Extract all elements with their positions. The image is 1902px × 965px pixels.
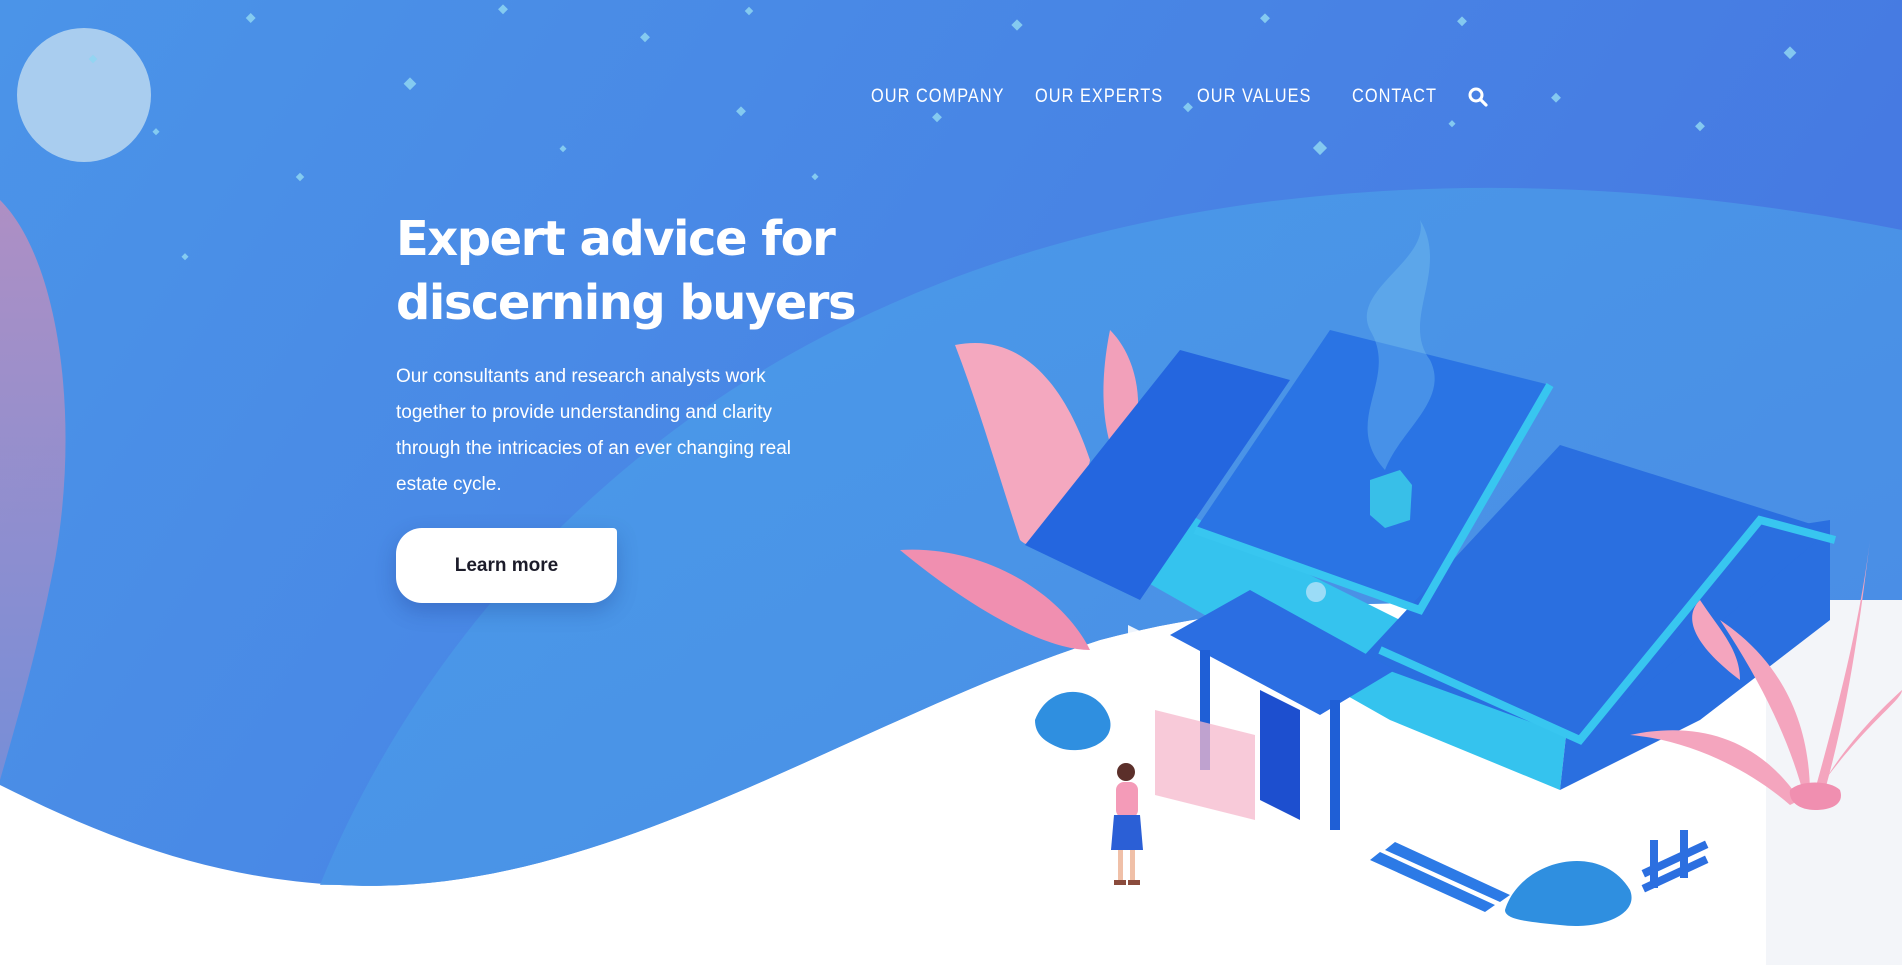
house-chimney — [1370, 470, 1412, 528]
woman-figure — [1111, 763, 1143, 885]
search-icon — [1468, 87, 1488, 107]
house-window-1 — [1128, 625, 1158, 685]
main-nav: OUR COMPANY OUR EXPERTS OUR VALUES CONTA… — [871, 82, 1489, 112]
hero-background — [0, 0, 1902, 965]
hero-section: Expert advice for discerning buyers Our … — [396, 207, 866, 503]
house-porch-column-2 — [1330, 700, 1340, 830]
house-window-2 — [1428, 745, 1458, 805]
hero-description: Our consultants and research analysts wo… — [396, 366, 792, 495]
floating-card — [1155, 710, 1255, 820]
house-window-3 — [1495, 770, 1525, 830]
house-window-round — [1306, 582, 1326, 602]
nav-item-our-company[interactable]: OUR COMPANY — [871, 86, 1012, 108]
moon-icon — [17, 28, 151, 162]
house-steps — [1370, 842, 1510, 912]
learn-more-button[interactable]: Learn more — [396, 528, 617, 603]
nav-item-contact[interactable]: CONTACT — [1352, 86, 1451, 108]
house-door — [1260, 690, 1300, 820]
house-fence — [1641, 830, 1709, 893]
nav-item-our-values[interactable]: OUR VALUES — [1197, 86, 1330, 108]
blue-bush-right — [1505, 861, 1632, 926]
blue-bush-left — [1035, 691, 1111, 751]
landing-page: OUR COMPANY OUR EXPERTS OUR VALUES CONTA… — [0, 0, 1902, 965]
learn-more-label: Learn more — [454, 554, 559, 576]
nav-item-our-experts[interactable]: OUR EXPERTS — [1035, 86, 1174, 108]
search-button[interactable] — [1467, 86, 1489, 108]
hero-title: Expert advice for discerning buyers — [396, 211, 857, 331]
